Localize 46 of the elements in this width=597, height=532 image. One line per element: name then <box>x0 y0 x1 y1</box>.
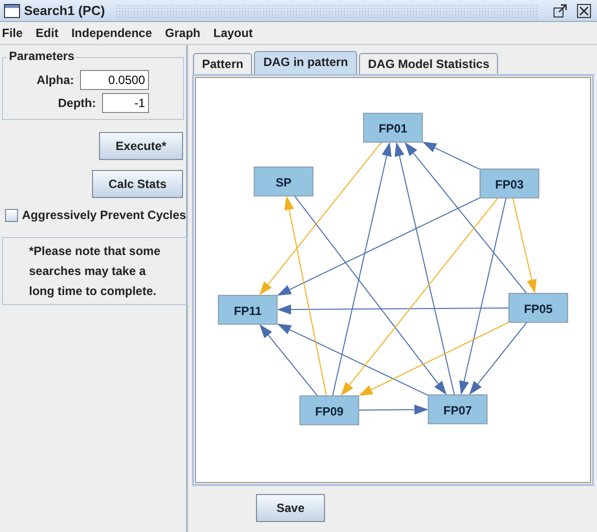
graph-node[interactable]: FP03 <box>480 168 540 198</box>
edge-arrow[interactable] <box>284 196 327 396</box>
tab[interactable]: DAG Model Statistics <box>359 53 498 74</box>
window-icon <box>4 4 20 18</box>
menu-item[interactable]: Graph <box>165 26 200 40</box>
edge-arrow[interactable] <box>394 142 455 396</box>
graph-node[interactable]: SP <box>254 166 314 196</box>
edge-arrow[interactable] <box>277 304 510 314</box>
note-text: *Please note that some searches may take a long time to complete. <box>2 237 188 305</box>
edge-arrow[interactable] <box>259 324 318 396</box>
panel-title: Parameters <box>7 49 76 63</box>
edge-arrow[interactable] <box>469 322 528 395</box>
edge-arrow[interactable] <box>358 322 510 396</box>
checkbox[interactable] <box>5 208 18 222</box>
graph-node[interactable]: FP11 <box>218 294 278 325</box>
menu-item[interactable]: Layout <box>213 26 253 40</box>
calc-stats-button[interactable]: Calc Stats <box>92 170 183 198</box>
edge-arrow[interactable] <box>358 404 428 415</box>
close-icon[interactable] <box>577 4 591 18</box>
field-label: Alpha: <box>36 73 74 87</box>
input-field[interactable]: 0.0500 <box>80 70 149 90</box>
edge-arrow[interactable] <box>459 197 507 395</box>
save-button[interactable]: Save <box>256 494 325 522</box>
tab[interactable]: Pattern <box>193 53 252 74</box>
edge-arrow[interactable] <box>277 324 429 396</box>
edge-arrow[interactable] <box>294 195 447 395</box>
menu-item[interactable]: Independence <box>71 26 152 40</box>
graph-node[interactable]: FP05 <box>508 292 568 323</box>
graph-node[interactable]: FP01 <box>363 112 423 143</box>
edge-arrow[interactable] <box>332 142 392 396</box>
edge-arrow[interactable] <box>259 142 382 296</box>
execute-button[interactable]: Execute* <box>99 132 183 160</box>
edge-arrow[interactable] <box>277 197 481 296</box>
field-label: Depth: <box>58 96 96 110</box>
tab[interactable]: DAG in pattern <box>254 51 358 74</box>
edge-arrow[interactable] <box>422 142 481 170</box>
edge-arrow[interactable] <box>340 197 498 396</box>
edge-arrow[interactable] <box>404 142 528 294</box>
menu-item[interactable]: Edit <box>36 26 58 40</box>
checkbox-label[interactable]: Aggressively Prevent Cycles <box>22 208 186 222</box>
graph-node[interactable]: FP07 <box>428 394 488 424</box>
window-title: Search1 (PC) <box>24 3 105 18</box>
graph-node[interactable]: FP09 <box>299 395 360 426</box>
maximize-icon[interactable] <box>553 4 567 18</box>
menu-item[interactable]: File <box>2 26 23 40</box>
input-field[interactable]: -1 <box>102 93 149 113</box>
